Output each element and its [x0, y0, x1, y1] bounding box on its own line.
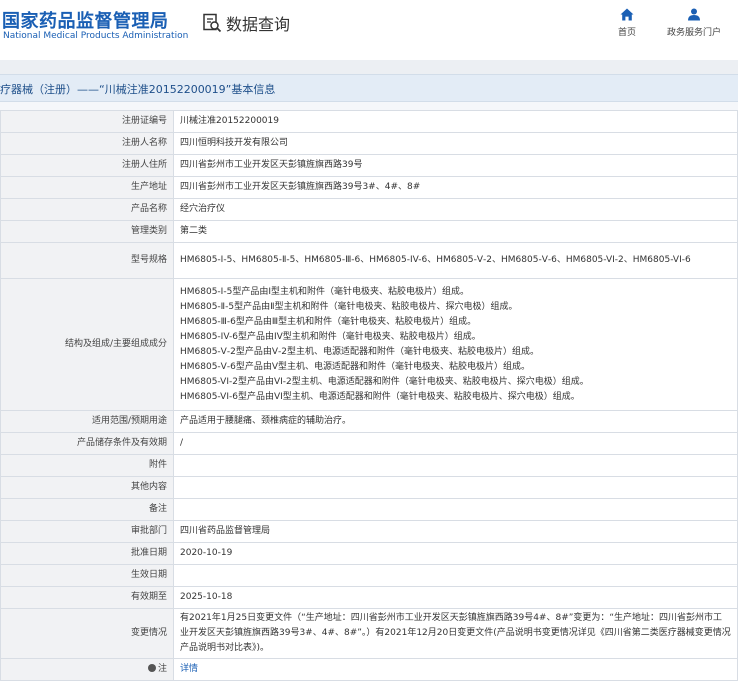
header-divider: [0, 60, 738, 74]
field-value-storage-validity: /: [173, 432, 738, 455]
composition-line: HM6805-Ⅲ-6型产品由Ⅲ型主机和附件（毫针电极夹、粘胶电极片）组成。: [180, 316, 477, 327]
field-value-intended-use: 产品适用于腰腿痛、颈椎病症的辅助治疗。: [173, 410, 738, 433]
table-row: 管理类别 第二类: [0, 220, 738, 243]
nav-service-portal-label: 政务服务门户: [666, 28, 721, 38]
search-document-icon: [202, 13, 222, 33]
details-link[interactable]: 详情: [180, 664, 198, 674]
field-label-registrant-name: 注册人名称: [0, 132, 174, 155]
field-label-valid-until: 有效期至: [0, 586, 174, 609]
field-value-structure-composition: HM6805-Ⅰ-5型产品由Ⅰ型主机和附件（毫针电极夹、粘胶电极片）组成。 HM…: [173, 278, 738, 411]
field-label-storage-validity: 产品储存条件及有效期: [0, 432, 174, 455]
table-row: 有效期至 2025-10-18: [0, 586, 738, 609]
field-value-valid-until: 2025-10-18: [173, 586, 738, 609]
table-row: 产品名称 经穴治疗仪: [0, 198, 738, 221]
field-label-note-text: 注: [157, 664, 167, 674]
table-row: 型号规格 HM6805-Ⅰ-5、HM6805-Ⅱ-5、HM6805-Ⅲ-6、HM…: [0, 242, 738, 279]
record-title-bar: 疗器械（注册）——“川械注准20152200019”基本信息: [0, 74, 738, 102]
nav-home-label: 首页: [617, 28, 636, 38]
field-label-production-address: 生产地址: [0, 176, 174, 199]
field-value-approval-date: 2020-10-19: [173, 542, 738, 565]
table-row: 批准日期 2020-10-19: [0, 542, 738, 565]
composition-line: HM6805-VI-6型产品由VI型主机、电源适配器和附件（毫针电极夹、粘胶电极…: [180, 391, 580, 402]
field-label-approval-date: 批准日期: [0, 542, 174, 565]
table-row: 注 详情: [0, 658, 738, 681]
data-query-label: 数据查询: [226, 15, 291, 34]
field-value-management-category: 第二类: [173, 220, 738, 243]
registration-info-table: 注册证编号 川械注准20152200019 注册人名称 四川恒明科技开发有限公司…: [0, 110, 738, 681]
field-value-production-address: 四川省彭州市工业开发区天彭镇旌旗西路39号3#、4#、8#: [173, 176, 738, 199]
table-row: 适用范围/预期用途 产品适用于腰腿痛、颈椎病症的辅助治疗。: [0, 410, 738, 433]
table-row: 结构及组成/主要组成成分 HM6805-Ⅰ-5型产品由Ⅰ型主机和附件（毫针电极夹…: [0, 278, 738, 411]
field-value-other-content: [173, 476, 738, 499]
field-label-registration-number: 注册证编号: [0, 110, 174, 133]
field-value-effective-date: [173, 564, 738, 587]
table-row: 注册证编号 川械注准20152200019: [0, 110, 738, 133]
table-row: 生效日期: [0, 564, 738, 587]
table-row: 生产地址 四川省彭州市工业开发区天彭镇旌旗西路39号3#、4#、8#: [0, 176, 738, 199]
field-label-change-history: 变更情况: [0, 608, 174, 659]
field-label-model-spec: 型号规格: [0, 242, 174, 279]
field-label-effective-date: 生效日期: [0, 564, 174, 587]
field-value-registrant-name: 四川恒明科技开发有限公司: [173, 132, 738, 155]
field-value-registrant-address: 四川省彭州市工业开发区天彭镇旌旗西路39号: [173, 154, 738, 177]
field-label-intended-use: 适用范围/预期用途: [0, 410, 174, 433]
table-row: 备注: [0, 498, 738, 521]
table-row: 产品储存条件及有效期 /: [0, 432, 738, 455]
site-title-en[interactable]: National Medical Products Administration: [3, 31, 188, 41]
composition-line: HM6805-IV-6型产品由IV型主机和附件（毫针电极夹、粘胶电极片）组成。: [180, 331, 481, 342]
table-row: 注册人名称 四川恒明科技开发有限公司: [0, 132, 738, 155]
record-title: 疗器械（注册）——“川械注准20152200019”基本信息: [0, 83, 276, 96]
composition-line: HM6805-Ⅰ-5型产品由Ⅰ型主机和附件（毫针电极夹、粘胶电极片）组成。: [180, 286, 469, 297]
composition-line: HM6805-Ⅱ-5型产品由Ⅱ型主机和附件（毫针电极夹、粘胶电极片、探穴电极）组…: [180, 301, 518, 312]
field-label-management-category: 管理类别: [0, 220, 174, 243]
field-label-note: 注: [0, 658, 174, 681]
field-label-attachments: 附件: [0, 454, 174, 477]
field-value-remarks: [173, 498, 738, 521]
table-row: 附件: [0, 454, 738, 477]
site-header: 国家药品监督管理局 National Medical Products Admi…: [0, 0, 738, 60]
field-label-remarks: 备注: [0, 498, 174, 521]
composition-line: HM6805-Ⅴ-2型产品由Ⅴ-2型主机、电源适配器和附件（毫针电极夹、粘胶电极…: [180, 346, 539, 357]
table-row: 其他内容: [0, 476, 738, 499]
nav-home[interactable]: 首页: [614, 8, 640, 38]
nav-service-portal[interactable]: 政务服务门户: [664, 8, 724, 38]
field-value-approval-department: 四川省药品监督管理局: [173, 520, 738, 543]
table-row: 注册人住所 四川省彭州市工业开发区天彭镇旌旗西路39号: [0, 154, 738, 177]
user-icon: [664, 8, 724, 21]
field-label-approval-department: 审批部门: [0, 520, 174, 543]
home-icon: [614, 8, 640, 21]
field-value-note: 详情: [173, 658, 738, 681]
field-value-attachments: [173, 454, 738, 477]
field-value-product-name: 经穴治疗仪: [173, 198, 738, 221]
field-value-change-history: 有2021年1月25日变更文件（“生产地址：四川省彭州市工业开发区天彭镇旌旗西路…: [173, 608, 738, 659]
title-spacer: [0, 102, 738, 110]
field-label-product-name: 产品名称: [0, 198, 174, 221]
site-title-cn[interactable]: 国家药品监督管理局: [2, 7, 169, 33]
field-label-structure-composition: 结构及组成/主要组成成分: [0, 278, 174, 411]
note-icon: [147, 663, 156, 672]
composition-line: HM6805-VI-2型产品由VI-2型主机、电源适配器和附件（毫针电极夹、粘胶…: [180, 376, 589, 387]
field-label-other-content: 其他内容: [0, 476, 174, 499]
field-label-registrant-address: 注册人住所: [0, 154, 174, 177]
data-query-heading[interactable]: 数据查询: [202, 12, 290, 34]
field-value-model-spec: HM6805-Ⅰ-5、HM6805-Ⅱ-5、HM6805-Ⅲ-6、HM6805-…: [173, 242, 738, 279]
table-row: 审批部门 四川省药品监督管理局: [0, 520, 738, 543]
table-row: 变更情况 有2021年1月25日变更文件（“生产地址：四川省彭州市工业开发区天彭…: [0, 608, 738, 659]
field-value-registration-number: 川械注准20152200019: [173, 110, 738, 133]
composition-line: HM6805-Ⅴ-6型产品由Ⅴ型主机、电源适配器和附件（毫针电极夹、粘胶电极片）…: [180, 361, 530, 372]
